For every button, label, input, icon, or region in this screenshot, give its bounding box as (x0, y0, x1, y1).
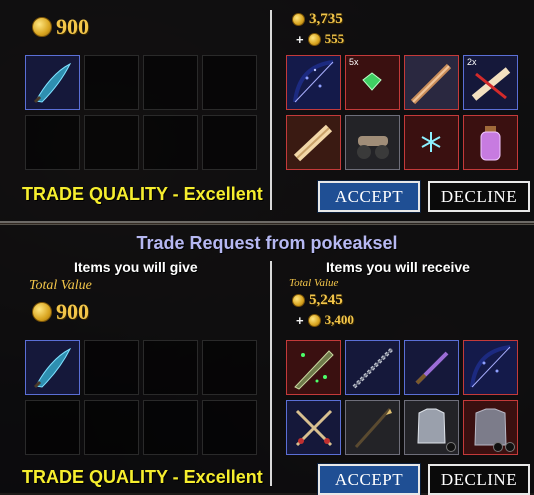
dark-bow-icon (287, 56, 340, 109)
gold-coin-icon (292, 294, 305, 307)
item-status-dots (493, 442, 515, 452)
receive-item-slot[interactable] (463, 115, 518, 170)
purple-potion-icon (480, 126, 501, 161)
give-empty-slot[interactable] (84, 340, 139, 395)
decline-button[interactable]: DECLINE (428, 181, 530, 212)
receive-item-slot[interactable] (345, 400, 400, 455)
blue-scimitar-icon (33, 62, 72, 104)
receive-item-slot[interactable] (404, 55, 459, 110)
receive-item-slot[interactable] (463, 400, 518, 455)
give-empty-slot[interactable] (202, 340, 257, 395)
receive-secondary-value: + 3,400 (296, 312, 354, 328)
trade-panel-top: 900 3,735 + 555 5x 2x TRADE QUALITY - Ex… (0, 0, 534, 223)
purple-dagger-icon (415, 351, 449, 385)
trade-quality-label: TRADE QUALITY - Excellent (22, 467, 263, 487)
twin-swords-icon (295, 409, 333, 447)
cannon-icon (357, 136, 389, 159)
spiked-spear-icon (352, 347, 394, 389)
give-total-value: 900 (32, 299, 89, 325)
give-item-slot[interactable] (25, 55, 80, 110)
receive-item-slot[interactable] (286, 115, 341, 170)
trade-panel-bottom: Trade Request from pokeaksel Items you w… (0, 224, 534, 495)
receive-total-label: Total Value (289, 277, 339, 289)
decline-button[interactable]: DECLINE (428, 464, 530, 495)
give-item-slot[interactable] (25, 340, 80, 395)
rod-icon (405, 56, 458, 109)
gold-coin-icon (292, 13, 305, 26)
receive-secondary-value: + 555 (296, 31, 345, 47)
receive-item-slot[interactable] (463, 340, 518, 395)
accept-button[interactable]: ACCEPT (317, 180, 421, 213)
give-empty-slot[interactable] (202, 55, 257, 110)
give-empty-slot[interactable] (84, 400, 139, 455)
receive-item-slot[interactable] (345, 115, 400, 170)
receive-item-slot[interactable] (345, 340, 400, 395)
give-empty-slot[interactable] (84, 55, 139, 110)
give-empty-slot[interactable] (143, 340, 198, 395)
dark-bow-icon (464, 341, 517, 394)
ice-crystal-icon (421, 132, 441, 152)
receive-item-slot[interactable] (404, 340, 459, 395)
staff-spear-icon (354, 407, 392, 449)
give-heading: Items you will give (74, 259, 198, 275)
give-empty-slot[interactable] (202, 400, 257, 455)
panel-divider (270, 10, 272, 210)
receive-heading: Items you will receive (326, 259, 470, 275)
give-total-label: Total Value (29, 278, 92, 293)
give-empty-slot[interactable] (202, 115, 257, 170)
map-scroll-icon (287, 116, 340, 169)
receive-item-slot[interactable] (286, 400, 341, 455)
panel-divider (270, 261, 272, 486)
give-empty-slot[interactable] (25, 115, 80, 170)
receive-total-value: 3,735 (292, 11, 343, 28)
receive-item-slot[interactable] (404, 115, 459, 170)
receive-total-value: 5,245 (292, 292, 343, 309)
receive-item-slot[interactable] (286, 55, 341, 110)
gold-coin-icon (32, 302, 52, 322)
gold-coin-icon (307, 313, 321, 327)
give-empty-slot[interactable] (25, 400, 80, 455)
item-status-dots (446, 442, 456, 452)
receive-item-slot[interactable]: 2x (463, 55, 518, 110)
give-empty-slot[interactable] (143, 400, 198, 455)
gold-coin-icon (307, 32, 321, 46)
trade-request-title: Trade Request from pokeaksel (136, 233, 398, 253)
give-empty-slot[interactable] (84, 115, 139, 170)
green-blade-icon (294, 350, 334, 390)
give-empty-slot[interactable] (143, 115, 198, 170)
gold-coin-icon (32, 17, 52, 37)
receive-item-slot[interactable] (286, 340, 341, 395)
trade-quality-label: TRADE QUALITY - Excellent (22, 184, 263, 204)
accept-button[interactable]: ACCEPT (317, 463, 421, 495)
blue-scimitar-icon (33, 347, 72, 389)
receive-item-slot[interactable] (404, 400, 459, 455)
give-total-value: 900 (32, 14, 89, 40)
receive-item-slot[interactable]: 5x (345, 55, 400, 110)
give-empty-slot[interactable] (143, 55, 198, 110)
